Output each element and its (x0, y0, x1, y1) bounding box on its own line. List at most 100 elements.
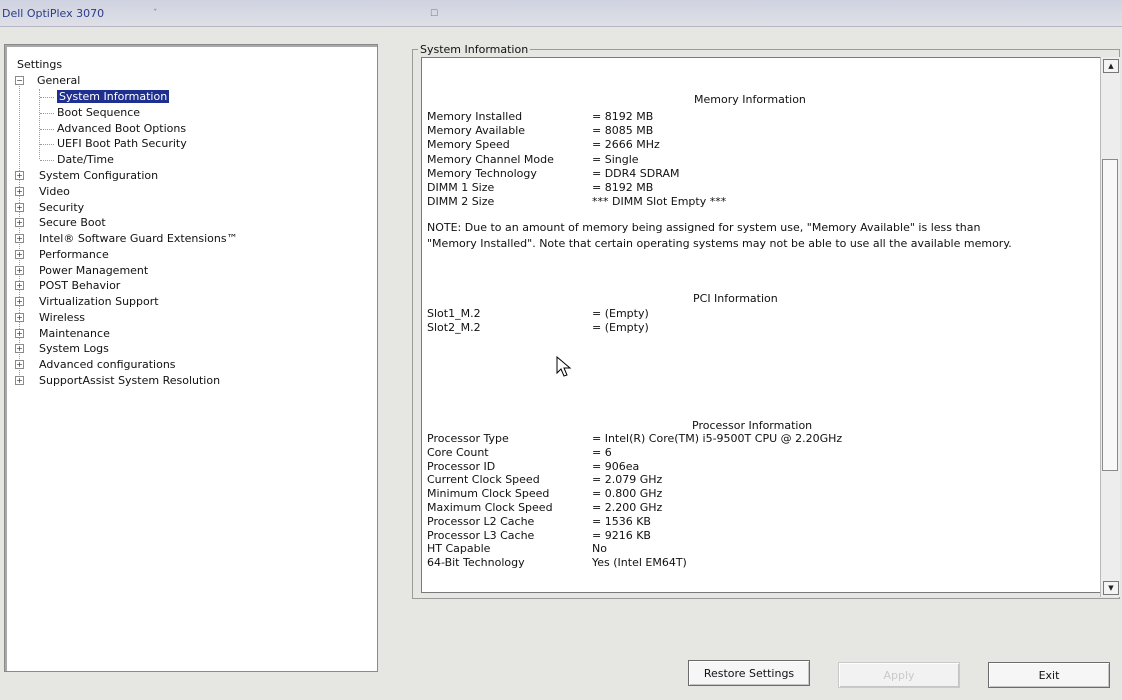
expand-icon[interactable]: + (15, 202, 24, 212)
tree-item-label: Performance (39, 247, 109, 261)
memory-heading: Memory Information (694, 93, 806, 106)
info-row-label: Maximum Clock Speed (427, 501, 553, 514)
tree-item-label: POST Behavior (39, 279, 121, 293)
info-content: Memory Information Memory Installed = 819… (421, 57, 1120, 593)
tree-item-label: System Logs (39, 342, 109, 356)
expand-icon[interactable]: + (15, 281, 24, 291)
title-bar: Dell OptiPlex 3070 ˇ ☐ (0, 0, 1122, 27)
tree-item-label: Power Management (39, 263, 149, 277)
scroll-down-icon[interactable]: ▼ (1103, 581, 1119, 595)
expand-icon[interactable]: + (15, 328, 24, 338)
info-row-label: HT Capable (427, 542, 491, 556)
tree-item-label: SupportAssist System Resolution (39, 373, 221, 387)
expand-icon[interactable]: + (15, 344, 24, 354)
info-row-value: = 6 (592, 445, 612, 459)
tree-item-label: Video (39, 184, 70, 198)
tree-item-general-child[interactable]: UEFI Boot Path Security (57, 136, 187, 151)
info-row-value: = 8192 MB (592, 181, 654, 194)
tree-item-label: Maintenance (39, 326, 110, 340)
tree-connector (40, 97, 54, 98)
window-title: Dell OptiPlex 3070 (2, 7, 105, 20)
mouse-cursor-icon (556, 356, 572, 377)
tree-item-label: Intel® Software Guard Extensions™ (39, 232, 238, 245)
expand-icon[interactable]: + (15, 234, 24, 243)
apply-button[interactable]: Apply (838, 662, 960, 688)
info-row-label: Processor L3 Cache (427, 528, 535, 542)
info-row-label: Memory Channel Mode (427, 152, 554, 166)
tree-item-label: Security (39, 200, 85, 214)
tree-connector (40, 128, 54, 130)
exit-button[interactable]: Exit (988, 662, 1110, 688)
processor-heading: Processor Information (692, 419, 813, 432)
info-row-value: = 0.800 GHz (592, 487, 663, 501)
expand-icon[interactable]: + (15, 375, 24, 385)
tree-item-label: UEFI Boot Path Security (57, 137, 187, 151)
expand-icon[interactable]: + (15, 360, 24, 369)
info-row-label: Slot1_M.2 (427, 307, 481, 320)
expand-icon[interactable]: + (15, 249, 24, 259)
info-row-value: = 1536 KB (592, 514, 651, 528)
tree-item-general-child[interactable]: Advanced Boot Options (57, 121, 186, 136)
info-row-value: = DDR4 SDRAM (592, 166, 680, 180)
collapse-icon[interactable]: − (15, 76, 24, 85)
info-row-value: = 8192 MB (592, 110, 654, 123)
info-row-value: = (Empty) (592, 307, 649, 320)
expand-icon[interactable]: + (15, 171, 24, 180)
tree-connector (40, 112, 54, 114)
info-row-value: = 9216 KB (592, 528, 651, 542)
info-row-label: Memory Technology (427, 166, 537, 180)
tree-item-label: System Configuration (39, 169, 159, 182)
tree-item-label: Secure Boot (39, 216, 106, 230)
tree-item-general-child[interactable]: System Information (57, 89, 170, 104)
restore-settings-button[interactable]: Restore Settings (688, 660, 810, 686)
tree-item-label: System Information (57, 90, 170, 103)
expand-icon[interactable]: + (15, 297, 24, 306)
info-row-label: Processor ID (427, 459, 496, 473)
scroll-thumb[interactable] (1102, 159, 1118, 471)
tree-item-label: Virtualization Support (39, 295, 159, 308)
info-row-label: DIMM 1 Size (427, 181, 495, 194)
tree-item-label: Advanced Boot Options (57, 121, 187, 135)
info-row-label: Slot2_M.2 (427, 321, 481, 334)
tree-item-label: Wireless (39, 310, 86, 324)
info-row-value: = 906ea (592, 459, 640, 473)
tree-item-general-child[interactable]: Date/Time (57, 152, 114, 167)
tree-root-settings[interactable]: Settings (17, 58, 62, 71)
vertical-scrollbar[interactable]: ▲ ▼ (1100, 57, 1120, 597)
tree-item-label: Date/Time (57, 153, 114, 167)
tree-item-label: Advanced configurations (39, 358, 176, 371)
pci-heading: PCI Information (693, 292, 778, 305)
info-row-value: = Single (592, 152, 639, 166)
info-row-label: Memory Installed (427, 110, 523, 123)
scroll-up-icon[interactable]: ▲ (1103, 59, 1119, 73)
expand-icon[interactable]: + (15, 312, 24, 322)
info-row-value: No (592, 542, 607, 556)
titlebar-mark-icon: ˇ (153, 9, 158, 19)
info-row-value: *** DIMM Slot Empty *** (592, 195, 727, 209)
titlebar-mark-icon: ☐ (430, 9, 439, 19)
info-row-value: = (Empty) (592, 321, 649, 334)
info-row-value: Yes (Intel EM64T) (592, 556, 687, 570)
expand-icon[interactable]: + (15, 218, 24, 228)
tree-item-general-child[interactable]: Boot Sequence (57, 105, 140, 120)
info-row-value: = 2666 MHz (592, 138, 660, 152)
info-row-label: Current Clock Speed (427, 473, 540, 487)
expand-icon[interactable]: + (15, 265, 24, 275)
info-row-value: = 8085 MB (592, 124, 654, 138)
tree-connector (39, 89, 40, 159)
info-row-value: = 2.079 GHz (592, 473, 663, 487)
tree-item-label: Boot Sequence (57, 105, 141, 119)
info-row-label: DIMM 2 Size (427, 195, 495, 209)
tree-connector (40, 144, 54, 146)
info-row-label: Memory Speed (427, 138, 510, 152)
tree-item-label: General (37, 74, 81, 87)
tree-connector (40, 160, 54, 162)
info-row-label: Memory Available (427, 124, 526, 138)
expand-icon[interactable]: + (15, 186, 24, 196)
info-row-label: Core Count (427, 445, 489, 459)
info-row-value: = Intel(R) Core(TM) i5-9500T CPU @ 2.20G… (592, 432, 843, 445)
info-row-label: 64-Bit Technology (427, 556, 525, 570)
group-title: System Information (418, 43, 531, 56)
settings-tree: Settings − General System Information Boo… (4, 44, 378, 672)
info-row-value: = 2.200 GHz (592, 501, 663, 514)
